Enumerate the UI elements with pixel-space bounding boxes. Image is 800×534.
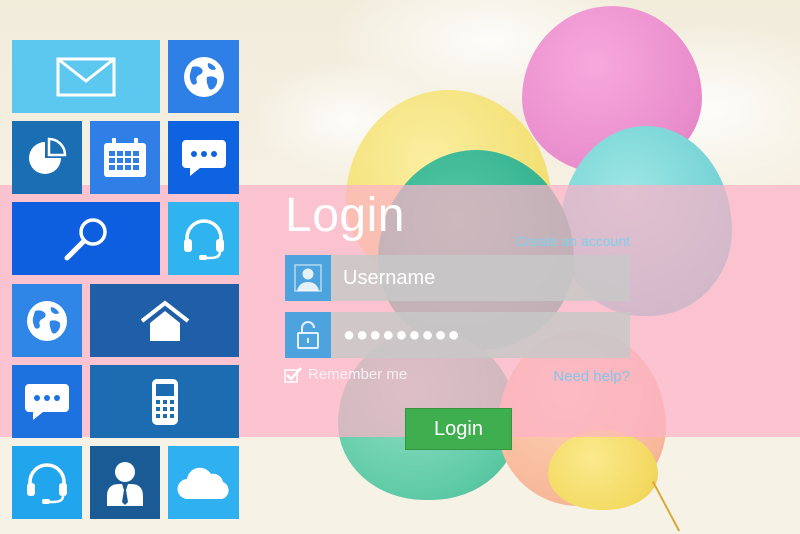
tile-user[interactable]	[90, 446, 160, 519]
tile-pie-chart[interactable]	[12, 121, 82, 194]
home-icon	[140, 299, 189, 341]
chat-icon	[25, 383, 69, 420]
search-icon	[64, 217, 107, 260]
yellow-balloon-lower	[548, 430, 658, 510]
login-title: Login	[285, 189, 405, 242]
mail-icon	[56, 57, 116, 96]
login-button[interactable]: Login	[405, 408, 512, 450]
tile-headset-2[interactable]	[12, 446, 82, 519]
user-icon	[285, 255, 331, 301]
username-field[interactable]: Username	[285, 255, 630, 301]
unlock-icon	[285, 312, 331, 358]
tile-mail[interactable]	[12, 40, 160, 113]
globe-icon	[183, 56, 224, 97]
checkmark-icon[interactable]	[284, 366, 302, 383]
create-account-link[interactable]: Create an account	[499, 233, 630, 249]
phone-icon	[151, 378, 178, 425]
tile-phone[interactable]	[90, 365, 239, 438]
tile-search[interactable]	[12, 202, 160, 275]
username-input[interactable]: Username	[331, 255, 630, 301]
headset-icon	[183, 218, 224, 260]
pie-chart-icon	[29, 137, 67, 174]
remember-me[interactable]: Remember me	[284, 366, 407, 383]
headset-icon	[27, 462, 67, 504]
password-field[interactable]: ●●●●●●●●●	[285, 312, 630, 358]
need-help-link[interactable]: Need help?	[520, 368, 630, 385]
chat-icon	[181, 139, 226, 176]
tile-globe[interactable]	[168, 40, 239, 113]
tile-cloud[interactable]	[168, 446, 239, 519]
password-input[interactable]: ●●●●●●●●●	[331, 312, 630, 358]
tile-chat-2[interactable]	[12, 365, 82, 438]
tile-chat[interactable]	[168, 121, 239, 194]
tile-home[interactable]	[90, 284, 239, 357]
cloud-icon	[176, 467, 229, 499]
user-icon	[107, 461, 143, 506]
tile-headset[interactable]	[168, 202, 239, 275]
remember-me-label: Remember me	[308, 366, 408, 383]
tile-globe-2[interactable]	[12, 284, 82, 357]
calendar-icon	[104, 137, 146, 177]
tile-calendar[interactable]	[90, 121, 160, 194]
globe-icon	[27, 300, 67, 341]
